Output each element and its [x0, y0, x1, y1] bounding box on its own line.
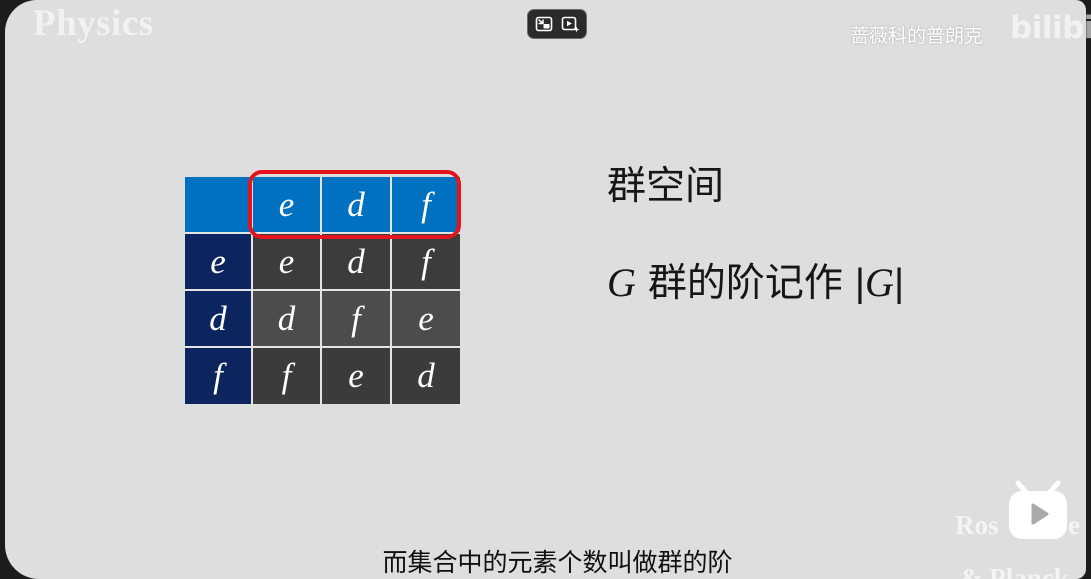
- table-cell: d: [392, 348, 460, 404]
- physics-watermark: Physics: [33, 3, 154, 44]
- channel-name-watermark: 蔷薇科的普朗克: [850, 26, 984, 47]
- table-cell: e: [392, 291, 460, 346]
- table-cell: f: [322, 291, 390, 346]
- abs-bar-right: |: [893, 262, 905, 305]
- group-variable: G: [607, 260, 636, 305]
- picture-in-picture-exit-icon: [535, 16, 552, 32]
- slide-title: 群空间: [607, 165, 725, 208]
- table-cell: e: [253, 234, 320, 289]
- abs-bar-left: |: [854, 262, 866, 305]
- table-cell: d: [322, 234, 390, 289]
- table-cell: e: [322, 348, 390, 404]
- video-subtitle: 而集合中的元素个数叫做群的阶: [382, 549, 733, 577]
- table-row-header-cell: d: [185, 291, 251, 346]
- bilibili-tv-button[interactable]: [1006, 480, 1070, 542]
- table-cell: f: [253, 348, 320, 404]
- video-sparkle-icon: [561, 16, 580, 32]
- player-control-group: [527, 9, 587, 39]
- video-sparkle-button[interactable]: [559, 13, 581, 35]
- bilibili-tv-play-icon: [1009, 480, 1067, 539]
- group-order-text: 群的阶记作: [647, 262, 843, 305]
- video-frame: Physics e d f e e d f d d f e f f e d 群空…: [0, 0, 1091, 579]
- table-cell: d: [253, 291, 320, 346]
- group-order-line: G 群的阶记作 |G|: [607, 252, 904, 308]
- abs-variable: G: [865, 260, 894, 305]
- slide: Physics e d f e e d f d d f e f f e d 群空…: [5, 0, 1086, 579]
- table-row-header-cell: f: [185, 348, 251, 404]
- table-corner-cell: [185, 177, 251, 232]
- bilibili-logo: bilibili: [1010, 10, 1091, 46]
- table-row-header-cell: e: [185, 234, 251, 289]
- rose-watermark-start: Ros: [955, 510, 999, 540]
- header-highlight-box: [248, 170, 461, 239]
- table-cell: f: [392, 234, 460, 289]
- picture-in-picture-exit-button[interactable]: [533, 13, 555, 35]
